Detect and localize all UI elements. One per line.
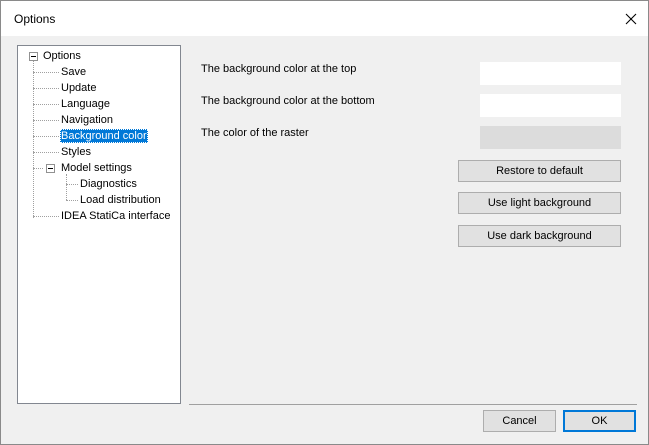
raster-color-picker[interactable]: [480, 126, 621, 149]
tree-item-idea-statica-interface[interactable]: IDEA StatiCa interface: [61, 209, 170, 223]
options-tree[interactable]: Options Save Update Language Navigation …: [17, 45, 181, 404]
tree-connector: [66, 174, 67, 200]
tree-connector: [33, 60, 34, 218]
tree-connector: [33, 120, 59, 121]
tree-connector: [33, 136, 59, 137]
footer-separator: [189, 404, 637, 405]
tree-item-diagnostics[interactable]: Diagnostics: [80, 177, 137, 191]
tree-item-load-distribution[interactable]: Load distribution: [80, 193, 161, 207]
tree-connector: [66, 200, 78, 201]
collapse-icon[interactable]: [29, 52, 38, 61]
tree-item-update[interactable]: Update: [61, 81, 96, 95]
tree-item-options[interactable]: Options: [43, 49, 81, 63]
title-bar: Options: [1, 1, 648, 36]
top-color-picker[interactable]: [480, 62, 621, 85]
light-background-button[interactable]: Use light background: [458, 192, 621, 214]
tree-item-language[interactable]: Language: [61, 97, 110, 111]
tree-item-save[interactable]: Save: [61, 65, 86, 79]
close-button[interactable]: [614, 1, 648, 36]
tree-connector: [33, 104, 59, 105]
ok-button[interactable]: OK: [563, 410, 636, 432]
tree-connector: [33, 72, 59, 73]
options-dialog: Options Options Save Update Language Nav…: [0, 0, 649, 445]
tree-item-navigation[interactable]: Navigation: [61, 113, 113, 127]
tree-connector: [33, 216, 59, 217]
tree-connector: [33, 168, 43, 169]
dark-background-button[interactable]: Use dark background: [458, 225, 621, 247]
bottom-color-picker[interactable]: [480, 94, 621, 117]
bottom-color-label: The background color at the bottom: [201, 95, 375, 107]
tree-connector: [33, 88, 59, 89]
window-title: Options: [14, 12, 56, 26]
restore-default-button[interactable]: Restore to default: [458, 160, 621, 182]
collapse-icon[interactable]: [46, 164, 55, 173]
close-icon: [625, 13, 637, 25]
top-color-label: The background color at the top: [201, 63, 357, 75]
tree-connector: [33, 152, 59, 153]
tree-item-styles[interactable]: Styles: [61, 145, 91, 159]
tree-item-model-settings[interactable]: Model settings: [61, 161, 132, 175]
tree-item-background-color[interactable]: Background color: [60, 129, 148, 143]
raster-color-label: The color of the raster: [201, 127, 309, 139]
tree-connector: [66, 184, 78, 185]
cancel-button[interactable]: Cancel: [483, 410, 556, 432]
